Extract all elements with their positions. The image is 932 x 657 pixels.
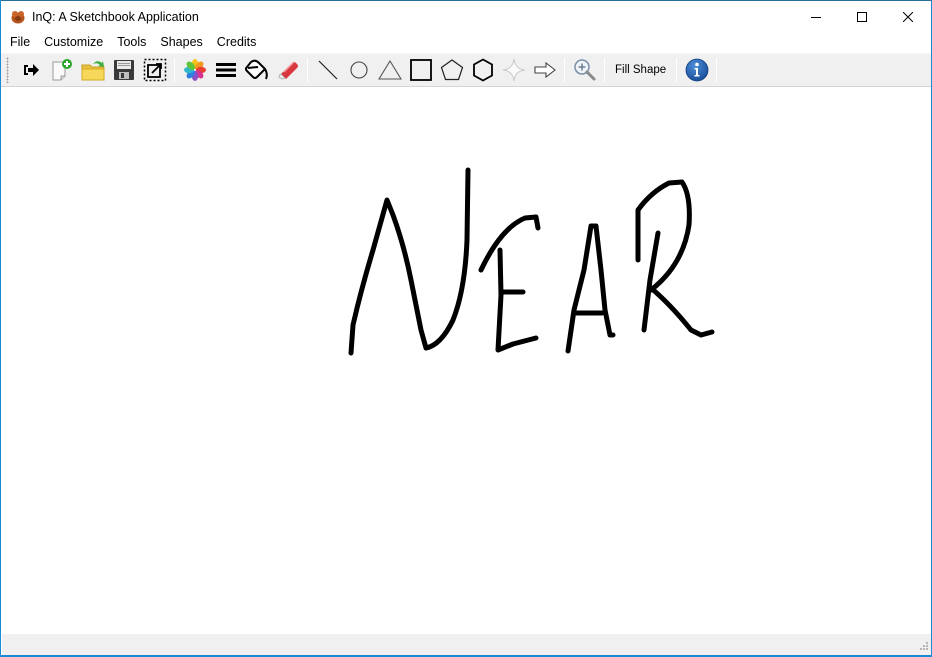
fill-shape-button[interactable]: Fill Shape — [609, 55, 672, 85]
square-shape-button[interactable] — [405, 55, 436, 85]
resize-grip-icon[interactable] — [917, 641, 929, 653]
close-icon — [903, 11, 913, 22]
exit-icon — [23, 64, 39, 76]
menu-tools[interactable]: Tools — [110, 32, 153, 53]
stroke-letter-e-arc — [478, 214, 541, 273]
eraser-icon — [278, 61, 298, 80]
stroke-letter-r-stem — [641, 230, 661, 333]
triangle-shape-button[interactable] — [374, 55, 405, 85]
toolbar-separator — [307, 58, 308, 82]
drawing-canvas[interactable] — [2, 88, 931, 634]
window-controls — [793, 1, 931, 32]
line-width-icon — [215, 63, 236, 77]
minimize-button[interactable] — [793, 1, 839, 32]
color-button[interactable] — [179, 55, 210, 85]
turtle-icon — [11, 10, 25, 23]
save-button[interactable] — [108, 55, 139, 85]
info-icon — [685, 58, 709, 82]
hexagon-shape-button[interactable] — [467, 55, 498, 85]
select-resize-icon — [143, 58, 166, 82]
open-button[interactable] — [77, 55, 108, 85]
stroke-letter-n — [348, 167, 471, 356]
toolbar-separator — [174, 58, 175, 82]
star-shape-button[interactable] — [498, 55, 529, 85]
menu-customize[interactable]: Customize — [37, 32, 110, 53]
toolbar-separator — [676, 58, 678, 82]
line-width-button[interactable] — [210, 55, 241, 85]
circle-shape-button[interactable] — [343, 55, 374, 85]
status-bar — [2, 634, 931, 655]
save-icon — [113, 60, 134, 80]
sketch-drawing — [348, 167, 715, 356]
title-bar[interactable]: InQ: A Sketchbook Application — [1, 1, 931, 32]
stroke-letter-r-leg — [648, 285, 715, 338]
color-palette-icon — [183, 59, 206, 81]
paint-bucket-button[interactable] — [241, 55, 272, 85]
circle-shape-icon — [349, 61, 368, 79]
pentagon-shape-button[interactable] — [436, 55, 467, 85]
new-file-icon — [52, 59, 72, 81]
zoom-button[interactable] — [569, 55, 600, 85]
toolbar-separator — [716, 58, 718, 82]
paint-bucket-icon — [244, 59, 268, 80]
star-shape-icon — [502, 58, 525, 82]
menu-shapes[interactable]: Shapes — [153, 32, 209, 53]
menu-credits[interactable]: Credits — [210, 32, 264, 53]
stroke-letter-a — [565, 223, 616, 354]
line-shape-button[interactable] — [312, 55, 343, 85]
close-button[interactable] — [885, 1, 931, 32]
minimize-icon — [811, 16, 821, 18]
new-file-button[interactable] — [46, 55, 77, 85]
line-shape-icon — [318, 60, 337, 80]
toolbar: Fill Shape — [1, 53, 931, 87]
pentagon-shape-icon — [440, 59, 463, 81]
eraser-button[interactable] — [272, 55, 303, 85]
maximize-icon — [857, 11, 867, 22]
hexagon-shape-icon — [472, 58, 493, 82]
triangle-shape-icon — [377, 59, 402, 80]
stroke-letter-r-loop — [635, 179, 692, 293]
square-shape-icon — [409, 59, 432, 81]
arrow-shape-icon — [533, 61, 556, 79]
stroke-letter-e-stem — [495, 247, 539, 353]
toolbar-separator — [564, 58, 565, 82]
open-folder-icon — [81, 61, 104, 81]
info-button[interactable] — [681, 55, 712, 85]
window-title: InQ: A Sketchbook Application — [32, 9, 199, 24]
app-window: InQ: A Sketchbook Application File Custo… — [0, 0, 932, 657]
select-resize-button[interactable] — [139, 55, 170, 85]
menu-bar: File Customize Tools Shapes Credits — [1, 32, 931, 53]
maximize-button[interactable] — [839, 1, 885, 32]
exit-button[interactable] — [15, 55, 46, 85]
zoom-in-icon — [573, 59, 595, 81]
toolbar-grip[interactable] — [6, 57, 9, 83]
arrow-shape-button[interactable] — [529, 55, 560, 85]
toolbar-separator — [604, 58, 605, 82]
menu-file[interactable]: File — [1, 32, 37, 53]
